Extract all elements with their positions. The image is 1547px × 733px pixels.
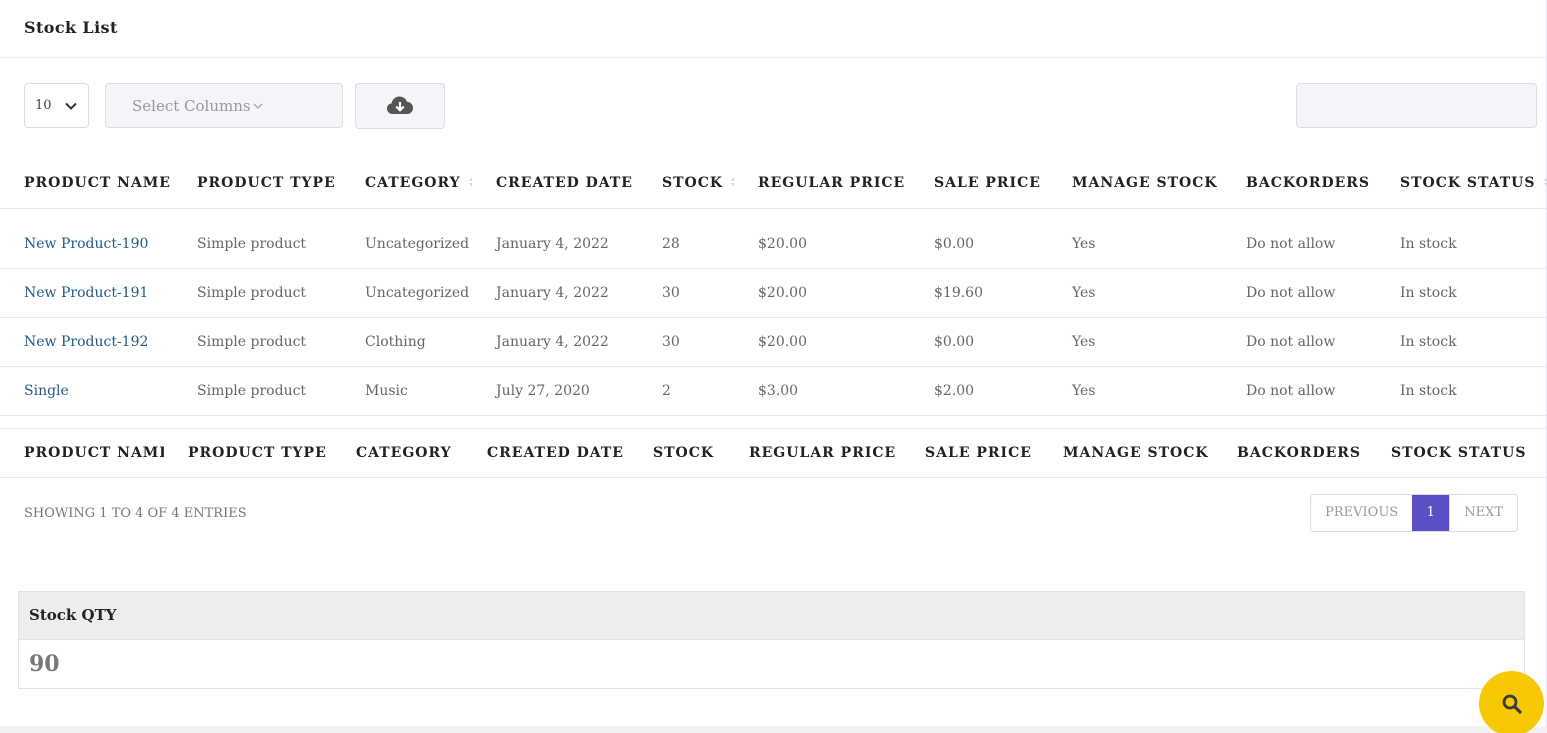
cell-sale-price: $0.00 xyxy=(910,220,1048,269)
cell-sale-price: $2.00 xyxy=(910,366,1048,416)
footer-column-product-name: PRODUCT NAME xyxy=(0,428,164,478)
cell-created-date: January 4, 2022 xyxy=(472,268,638,318)
column-header-stock-status[interactable]: STOCK STATUS xyxy=(1376,158,1547,209)
footer-column-sale-price: SALE PRICE xyxy=(901,428,1039,478)
stock-qty-summary: Stock QTY 90 xyxy=(18,591,1525,689)
table-row: New Product-192 Simple product Clothing … xyxy=(0,317,1547,367)
footer-column-category: CATEGORY xyxy=(332,428,463,478)
table-row: New Product-190 Simple product Uncategor… xyxy=(0,220,1547,269)
page-length-value: 10 xyxy=(35,98,52,113)
cell-category: Uncategorized xyxy=(341,220,472,269)
select-columns-dropdown[interactable]: Select Columns xyxy=(105,83,343,128)
cell-stock: 30 xyxy=(638,317,734,367)
product-name-link[interactable]: New Product-191 xyxy=(0,268,173,318)
cell-stock: 2 xyxy=(638,366,734,416)
stock-qty-value: 90 xyxy=(29,651,60,677)
cell-manage-stock: Yes xyxy=(1048,220,1222,269)
column-header-regular-price[interactable]: REGULAR PRICE xyxy=(734,158,910,209)
cell-stock-status: In stock xyxy=(1376,220,1547,269)
footer-column-created-date: CREATED DATE xyxy=(463,428,629,478)
footer-column-manage-stock: MANAGE STOCK xyxy=(1039,428,1213,478)
cell-product-type: Simple product xyxy=(173,220,341,269)
page-title: Stock List xyxy=(24,18,118,37)
search-fab-button[interactable] xyxy=(1479,671,1544,733)
product-name-link[interactable]: New Product-190 xyxy=(0,220,173,269)
table-controls: 10 Select Columns xyxy=(24,83,1537,129)
column-header-manage-stock[interactable]: MANAGE STOCK xyxy=(1048,158,1222,209)
cell-product-type: Simple product xyxy=(173,268,341,318)
cell-created-date: July 27, 2020 xyxy=(472,366,638,416)
cell-stock-status: In stock xyxy=(1376,317,1547,367)
search-icon xyxy=(1502,694,1522,714)
column-header-stock[interactable]: STOCK xyxy=(638,158,734,209)
cell-created-date: January 4, 2022 xyxy=(472,317,638,367)
page-header: Stock List xyxy=(0,0,1546,58)
cell-product-type: Simple product xyxy=(173,317,341,367)
cell-manage-stock: Yes xyxy=(1048,366,1222,416)
stock-qty-label: Stock QTY xyxy=(19,592,1524,640)
table-header: PRODUCT NAME PRODUCT TYPE CATEGORY CREAT… xyxy=(0,158,1547,209)
footer-column-backorders: BACKORDERS xyxy=(1213,428,1367,478)
next-page-button[interactable]: NEXT xyxy=(1449,495,1517,531)
table-footer: PRODUCT NAME PRODUCT TYPE CATEGORY CREAT… xyxy=(0,428,1547,478)
cell-created-date: January 4, 2022 xyxy=(472,220,638,269)
entries-info: SHOWING 1 TO 4 OF 4 ENTRIES xyxy=(24,506,247,521)
cell-backorders: Do not allow xyxy=(1222,268,1376,318)
column-header-product-type[interactable]: PRODUCT TYPE xyxy=(173,158,341,209)
column-header-category[interactable]: CATEGORY xyxy=(341,158,472,209)
column-header-product-name[interactable]: PRODUCT NAME xyxy=(0,158,173,209)
pagination: PREVIOUS 1 NEXT xyxy=(1310,494,1518,532)
page-length-select[interactable]: 10 xyxy=(24,83,89,128)
cell-category: Clothing xyxy=(341,317,472,367)
cell-backorders: Do not allow xyxy=(1222,366,1376,416)
stock-list-panel: Stock List 10 Select Columns PRODUCT NAM… xyxy=(0,0,1547,726)
cell-backorders: Do not allow xyxy=(1222,317,1376,367)
footer-column-stock-status: STOCK STATUS xyxy=(1367,428,1547,478)
previous-page-button[interactable]: PREVIOUS xyxy=(1311,495,1412,531)
cell-sale-price: $0.00 xyxy=(910,317,1048,367)
cell-category: Uncategorized xyxy=(341,268,472,318)
cell-manage-stock: Yes xyxy=(1048,317,1222,367)
chevron-down-icon xyxy=(253,103,263,109)
cell-regular-price: $20.00 xyxy=(734,268,910,318)
select-columns-placeholder: Select Columns xyxy=(132,97,251,115)
cell-backorders: Do not allow xyxy=(1222,220,1376,269)
cell-manage-stock: Yes xyxy=(1048,268,1222,318)
stock-table-body: New Product-190 Simple product Uncategor… xyxy=(0,220,1547,416)
cell-stock-status: In stock xyxy=(1376,366,1547,416)
chevron-down-icon xyxy=(65,102,77,110)
product-name-link[interactable]: New Product-192 xyxy=(0,317,173,367)
cell-stock: 30 xyxy=(638,268,734,318)
cloud-download-icon xyxy=(387,96,413,114)
column-header-sale-price[interactable]: SALE PRICE xyxy=(910,158,1048,209)
cell-regular-price: $3.00 xyxy=(734,366,910,416)
table-row: New Product-191 Simple product Uncategor… xyxy=(0,268,1547,318)
column-header-backorders[interactable]: BACKORDERS xyxy=(1222,158,1376,209)
product-name-link[interactable]: Single xyxy=(0,366,173,416)
sort-icon xyxy=(1543,174,1547,189)
cell-regular-price: $20.00 xyxy=(734,220,910,269)
cell-stock-status: In stock xyxy=(1376,268,1547,318)
cell-stock: 28 xyxy=(638,220,734,269)
table-row: Single Simple product Music July 27, 202… xyxy=(0,366,1547,416)
column-header-created-date[interactable]: CREATED DATE xyxy=(472,158,638,209)
cell-category: Music xyxy=(341,366,472,416)
search-input[interactable] xyxy=(1296,83,1537,128)
footer-column-stock: STOCK xyxy=(629,428,725,478)
cell-regular-price: $20.00 xyxy=(734,317,910,367)
cell-sale-price: $19.60 xyxy=(910,268,1048,318)
footer-column-product-type: PRODUCT TYPE xyxy=(164,428,332,478)
footer-column-regular-price: REGULAR PRICE xyxy=(725,428,901,478)
page-1-button[interactable]: 1 xyxy=(1412,495,1450,531)
download-button[interactable] xyxy=(355,83,445,129)
cell-product-type: Simple product xyxy=(173,366,341,416)
